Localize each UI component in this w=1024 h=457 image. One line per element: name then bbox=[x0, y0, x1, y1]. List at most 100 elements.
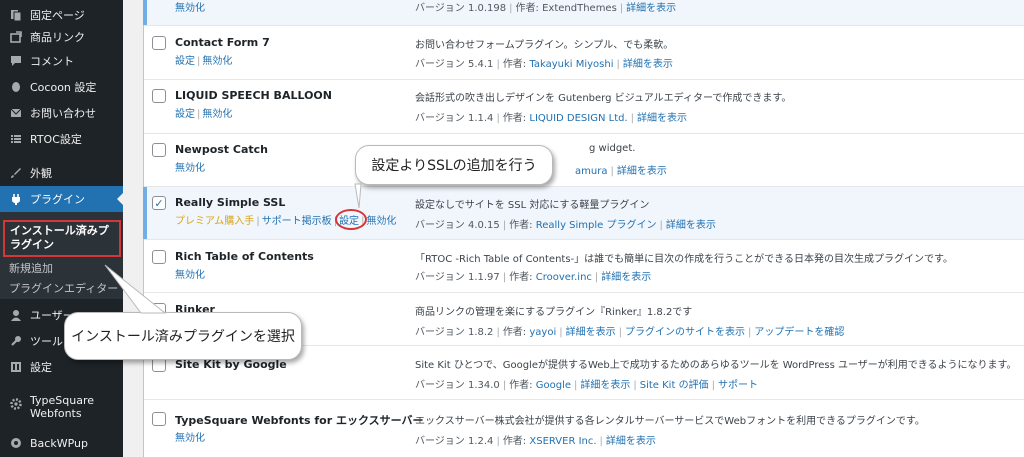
menu-plugins[interactable]: プラグイン bbox=[0, 186, 123, 212]
submenu-add-new[interactable]: 新規追加 bbox=[9, 260, 53, 276]
deactivate-link[interactable]: 無効化 bbox=[175, 163, 205, 174]
plugin-description: お問い合わせフォームプラグイン。シンプル、でも柔軟。 bbox=[415, 40, 674, 51]
plugin-author-link[interactable]: XSERVER Inc. bbox=[529, 436, 596, 447]
plugin-author-link[interactable]: Takayuki Miyoshi bbox=[529, 59, 613, 70]
plugin-version: バージョン 1.8.2 bbox=[415, 327, 494, 338]
plugin-version: バージョン 1.34.0 bbox=[415, 380, 500, 391]
details-link[interactable]: 詳細を表示 bbox=[623, 59, 673, 70]
premium-link[interactable]: プレミアム購入手 bbox=[175, 216, 254, 227]
menu-label: プラグイン bbox=[30, 193, 85, 206]
plugin-author-link[interactable]: Really Simple プラグイン bbox=[536, 220, 657, 231]
gear-icon bbox=[6, 397, 26, 411]
author-prefix: 作者: bbox=[509, 380, 533, 391]
plugin-author-link[interactable]: LIQUID DESIGN Ltd. bbox=[529, 113, 627, 124]
menu-label: Cocoon 設定 bbox=[30, 81, 97, 94]
cocoon-icon bbox=[6, 80, 26, 94]
menu-contact[interactable]: お問い合わせ bbox=[0, 100, 123, 126]
plugin-meta: バージョン 1.0.198 | 作者: ExtendThemes | 詳細を表示 bbox=[415, 3, 677, 14]
plugin-checkbox[interactable] bbox=[152, 36, 166, 50]
deactivate-link[interactable]: 無効化 bbox=[202, 56, 232, 67]
menu-label: RTOC設定 bbox=[30, 133, 82, 146]
link-icon bbox=[6, 30, 26, 44]
plugin-version: バージョン 1.2.4 bbox=[415, 436, 494, 447]
plugin-name: Newpost Catch bbox=[175, 143, 269, 156]
plugin-checkbox[interactable] bbox=[152, 412, 166, 426]
plugin-checkbox[interactable] bbox=[152, 89, 166, 103]
support-link[interactable]: サポート bbox=[718, 380, 758, 391]
plugin-icon bbox=[6, 192, 26, 206]
callout-installed-plugins: インストール済みプラグインを選択 bbox=[64, 264, 302, 360]
callout-text: 設定よりSSLの追加を行う bbox=[371, 158, 537, 174]
deactivate-link[interactable]: 無効化 bbox=[175, 3, 205, 14]
plugin-author-link[interactable]: yayoi bbox=[529, 327, 556, 338]
plugin-author-link[interactable]: Google bbox=[536, 380, 571, 391]
plugin-row: TypeSquare Webfonts for エックスサーバー 無効化 エック… bbox=[144, 400, 1024, 457]
menu-backwpup[interactable]: BackWPup bbox=[0, 430, 123, 456]
menu-product-link[interactable]: 商品リンク bbox=[0, 24, 123, 50]
user-icon bbox=[6, 308, 26, 322]
plugin-actions: 無効化 bbox=[175, 266, 205, 281]
menu-label: ツール bbox=[30, 335, 63, 348]
details-link[interactable]: 詳細を表示 bbox=[666, 220, 716, 231]
plugin-checkbox[interactable] bbox=[152, 250, 166, 264]
details-link[interactable]: 詳細を表示 bbox=[566, 327, 616, 338]
plugin-name: Rich Table of Contents bbox=[175, 250, 314, 263]
main-content: 無効化 バージョン 1.0.198 | 作者: ExtendThemes | 詳細を表示… bbox=[123, 0, 1024, 457]
menu-typesquare[interactable]: TypeSquare Webfonts bbox=[0, 394, 123, 426]
plugin-description: 設定なしでサイトを SSL 対応にする軽量プラグイン bbox=[415, 200, 650, 211]
plugin-description: Site Kit ひとつで、Googleが提供するWeb上で成功するためのあらゆ… bbox=[415, 360, 1017, 371]
plugin-version: バージョン 1.0.198 bbox=[415, 3, 507, 14]
submenu-installed-plugins[interactable]: インストール済みプラグイン bbox=[3, 220, 121, 257]
rate-link[interactable]: Site Kit の評価 bbox=[640, 380, 709, 391]
author-prefix: 作者: bbox=[502, 327, 527, 338]
details-link[interactable]: 詳細を表示 bbox=[606, 436, 656, 447]
menu-label: BackWPup bbox=[30, 436, 88, 450]
menu-appearance[interactable]: 外観 bbox=[0, 160, 123, 186]
plugin-site-link[interactable]: プラグインのサイトを表示 bbox=[625, 327, 745, 338]
plugin-author-link[interactable]: Croover.inc bbox=[536, 272, 592, 283]
list-icon bbox=[6, 132, 26, 146]
deactivate-link[interactable]: 無効化 bbox=[202, 109, 232, 120]
deactivate-link[interactable]: 無効化 bbox=[366, 216, 396, 227]
brush-icon bbox=[6, 166, 26, 180]
plugin-row: Contact Form 7 設定 | 無効化 お問い合わせフォームプラグイン。シン… bbox=[144, 26, 1024, 80]
details-link[interactable]: 詳細を表示 bbox=[580, 380, 630, 391]
plugin-checkbox[interactable] bbox=[152, 143, 166, 157]
deactivate-link[interactable]: 無効化 bbox=[175, 270, 205, 281]
plugin-actions: 無効化 bbox=[175, 0, 205, 14]
plugin-author: ExtendThemes bbox=[542, 3, 617, 14]
plugin-meta: バージョン 1.34.0 | 作者: Google | 詳細を表示 | Site Kit の… bbox=[415, 380, 758, 391]
plugin-checkbox[interactable] bbox=[152, 358, 166, 372]
details-link[interactable]: 詳細を表示 bbox=[601, 272, 651, 283]
submenu-plugin-editor[interactable]: プラグインエディター bbox=[9, 280, 118, 296]
details-link[interactable]: 詳細を表示 bbox=[626, 3, 676, 14]
comment-icon bbox=[6, 54, 26, 68]
settings-link[interactable]: 設定 bbox=[175, 109, 195, 120]
author-prefix: 作者: bbox=[515, 3, 539, 14]
settings-link[interactable]: 設定 bbox=[175, 56, 195, 67]
deactivate-link[interactable]: 無効化 bbox=[175, 433, 205, 444]
plugin-name: TypeSquare Webfonts for エックスサーバー bbox=[175, 414, 424, 427]
menu-comments[interactable]: コメント bbox=[0, 48, 123, 74]
plugin-checkbox[interactable]: ✓ bbox=[152, 196, 166, 210]
plugin-row: ✓ Really Simple SSL プレミアム購入手 | サポート掲示板 | 設定 |… bbox=[143, 187, 1024, 240]
menu-cocoon[interactable]: Cocoon 設定 bbox=[0, 74, 123, 100]
plugin-author-link[interactable]: amura bbox=[575, 166, 607, 177]
wrench-icon bbox=[6, 334, 26, 348]
plugin-description: エックスサーバー株式会社が提供する各レンタルサーバーサービスでWebフォントを利… bbox=[415, 416, 925, 427]
check-update-link[interactable]: アップデートを確認 bbox=[754, 327, 844, 338]
menu-rtoc[interactable]: RTOC設定 bbox=[0, 126, 123, 152]
support-forum-link[interactable]: サポート掲示板 bbox=[262, 216, 332, 227]
plugin-meta: amura | 詳細を表示 bbox=[575, 166, 667, 177]
plugin-name: Contact Form 7 bbox=[175, 36, 270, 49]
plugin-meta: バージョン 1.2.4 | 作者: XSERVER Inc. | 詳細を表示 bbox=[415, 436, 656, 447]
menu-label: 外観 bbox=[30, 167, 52, 180]
plugin-version: バージョン 1.1.97 bbox=[415, 272, 500, 283]
plugin-meta: バージョン 1.1.97 | 作者: Croover.inc | 詳細を表示 bbox=[415, 272, 652, 283]
details-link[interactable]: 詳細を表示 bbox=[637, 113, 687, 124]
plugin-actions: 設定 | 無効化 bbox=[175, 109, 233, 120]
author-prefix: 作者: bbox=[502, 436, 527, 447]
details-link[interactable]: 詳細を表示 bbox=[617, 166, 667, 177]
checkmark-icon: ✓ bbox=[154, 196, 164, 210]
plugin-version: バージョン 4.0.15 bbox=[415, 220, 500, 231]
